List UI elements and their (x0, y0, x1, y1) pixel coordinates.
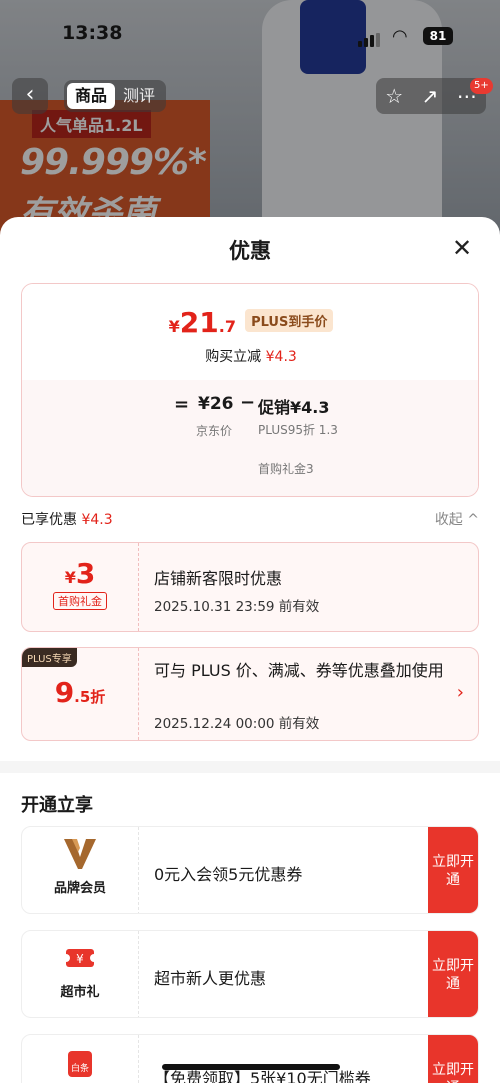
signal-icon (358, 32, 382, 51)
price-card: ¥21.7 PLUS到手价 购买立减 ¥4.3 = ¥26 京东价 − 促销¥4… (21, 283, 479, 497)
plus-price-tag: PLUS到手价 (245, 309, 334, 332)
member-supermarket[interactable]: ¥ 超市礼 超市新人更优惠 立即开通 (21, 930, 479, 1018)
section-divider (0, 761, 500, 773)
ticket-icon: ¥ (64, 949, 96, 967)
coupon-title: 店铺新客限时优惠 (154, 569, 283, 588)
member-baitiao[interactable]: 白条 【免费领取】5张¥10无门槛券 立即开通 (21, 1034, 479, 1083)
enjoyed-discount-row: 已享优惠 ¥4.3 收起 ^ (21, 509, 479, 529)
baitiao-icon: 白条 (68, 1051, 92, 1077)
chevron-right-icon[interactable]: › (457, 682, 464, 703)
wifi-icon: ◠ (392, 26, 408, 47)
open-member-button[interactable]: 立即开通 (428, 1035, 478, 1083)
coupon-new-customer[interactable]: ¥3 首购礼金 店铺新客限时优惠 2025.10.31 23:59 前有效 (21, 542, 479, 632)
battery-icon: 81 (423, 27, 453, 45)
member-brand[interactable]: 品牌会员 0元入会领5元优惠券 立即开通 (21, 826, 479, 914)
instant-discount: 购买立减 ¥4.3 (205, 349, 297, 365)
open-member-button[interactable]: 立即开通 (428, 827, 478, 913)
plus-exclusive-badge: PLUS专享 (22, 648, 77, 667)
price-breakdown: = ¥26 京东价 − 促销¥4.3 PLUS95折 1.3 首购礼金3 (22, 380, 478, 496)
coupon-expiry: 2025.12.24 00:00 前有效 (154, 716, 320, 732)
close-icon[interactable]: ✕ (452, 235, 472, 261)
home-indicator[interactable] (162, 1064, 340, 1070)
member-benefit: 超市新人更优惠 (154, 969, 267, 988)
status-time: 13:38 (62, 22, 123, 44)
star-icon[interactable]: ☆ (385, 84, 403, 108)
tab-review[interactable]: 测评 (115, 83, 163, 109)
jd-price: ¥26 (198, 394, 234, 414)
final-price: ¥21.7 PLUS到手价 (22, 306, 478, 339)
discount-sheet: 优惠 ✕ ¥21.7 PLUS到手价 购买立减 ¥4.3 = ¥26 京东价 −… (0, 217, 500, 1083)
svg-text:¥: ¥ (76, 952, 84, 966)
back-button[interactable]: ‹ (12, 78, 48, 114)
product-tabs: 商品 测评 (64, 80, 167, 112)
promo-detail-plus: PLUS95折 1.3 (258, 423, 338, 437)
section-title: 开通立享 (21, 795, 93, 816)
promo-total: 促销¥4.3 (258, 398, 330, 417)
coupon-tag: 首购礼金 (53, 592, 107, 610)
svg-text:白条: 白条 (71, 1062, 89, 1074)
product-navbar: ‹ 商品 测评 ☆ ↗ ⋯ 5+ (0, 78, 500, 116)
status-bar: 13:38 ◠ 81 (0, 22, 500, 52)
promo-detail-gift: 首购礼金3 (258, 462, 314, 476)
jd-price-label: 京东价 (196, 424, 233, 438)
collapse-toggle[interactable]: 收起 ^ (435, 509, 479, 529)
coupon-title: 可与 PLUS 价、满减、券等优惠叠加使用 (154, 661, 444, 680)
coupon-plus-discount[interactable]: 9.5折 PLUS专享 可与 PLUS 价、满减、券等优惠叠加使用 2025.1… (21, 647, 479, 741)
message-badge: 5+ (470, 78, 493, 94)
coupon-expiry: 2025.10.31 23:59 前有效 (154, 599, 320, 615)
sheet-title: 优惠 (229, 239, 271, 263)
brand-v-icon (64, 839, 96, 869)
tab-product[interactable]: 商品 (67, 83, 116, 109)
share-icon[interactable]: ↗ (422, 84, 439, 108)
open-member-button[interactable]: 立即开通 (428, 931, 478, 1017)
member-benefit: 0元入会领5元优惠券 (154, 865, 303, 884)
